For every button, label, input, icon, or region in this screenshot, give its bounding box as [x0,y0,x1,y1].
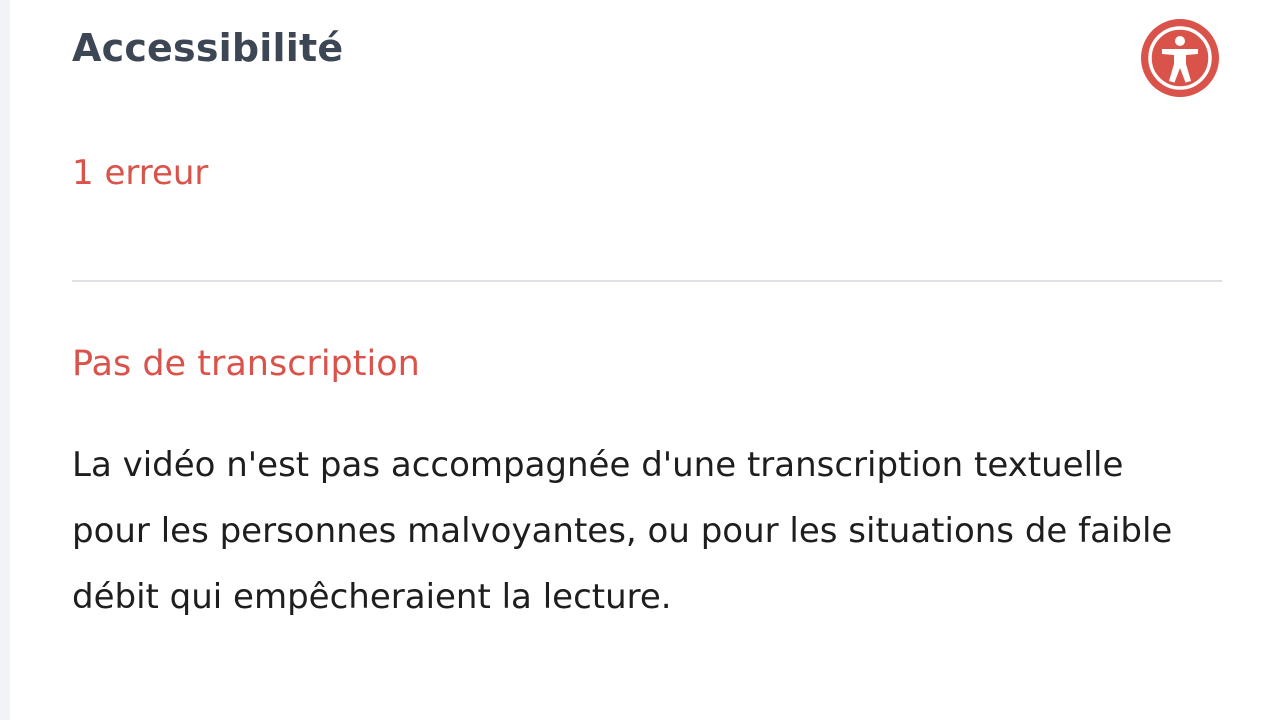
page: Accessibilité 1 erreur Pas de transcript… [0,0,1280,720]
accessibility-badge[interactable] [1141,19,1219,97]
panel-title: Accessibilité [72,26,344,70]
error-count: 1 erreur [72,153,209,193]
issue-description: La vidéo n'est pas accompagnée d'une tra… [72,445,1173,617]
left-panel-edge [0,0,10,720]
issue-title: Pas de transcription [72,344,420,384]
divider [72,280,1222,282]
accessibility-panel: Accessibilité 1 erreur Pas de transcript… [72,0,1222,720]
accessibility-icon [1148,26,1212,90]
